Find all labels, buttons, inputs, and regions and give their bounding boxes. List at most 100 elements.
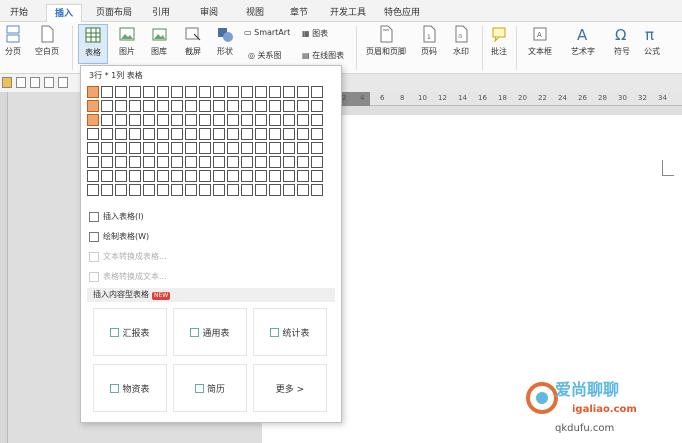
grid-cell[interactable] — [199, 100, 211, 112]
grid-cell[interactable] — [199, 142, 211, 154]
grid-cell[interactable] — [213, 114, 225, 126]
tab-references[interactable]: 引用 — [144, 4, 178, 22]
open-icon[interactable] — [2, 77, 12, 88]
grid-cell[interactable] — [199, 156, 211, 168]
grid-cell[interactable] — [101, 142, 113, 154]
grid-cell[interactable] — [87, 184, 99, 196]
grid-cell[interactable] — [269, 114, 281, 126]
grid-cell[interactable] — [87, 142, 99, 154]
online-chart-button[interactable]: ▤ 在线图表 — [302, 50, 344, 61]
grid-cell[interactable] — [101, 184, 113, 196]
grid-cell[interactable] — [115, 142, 127, 154]
tab-review[interactable]: 审阅 — [192, 4, 226, 22]
grid-cell[interactable] — [213, 86, 225, 98]
grid-cell[interactable] — [199, 184, 211, 196]
grid-cell[interactable] — [199, 114, 211, 126]
grid-cell[interactable] — [171, 156, 183, 168]
grid-cell[interactable] — [297, 128, 309, 140]
grid-cell[interactable] — [213, 170, 225, 182]
grid-cell[interactable] — [213, 100, 225, 112]
grid-cell[interactable] — [129, 170, 141, 182]
grid-cell[interactable] — [297, 184, 309, 196]
grid-cell[interactable] — [171, 86, 183, 98]
grid-cell[interactable] — [171, 100, 183, 112]
shape-button[interactable]: 形状 — [210, 24, 240, 57]
grid-cell[interactable] — [115, 128, 127, 140]
grid-cell[interactable] — [143, 100, 155, 112]
grid-cell[interactable] — [283, 156, 295, 168]
grid-cell[interactable] — [213, 142, 225, 154]
picture-button[interactable]: 图片 — [112, 24, 142, 57]
grid-cell[interactable] — [227, 86, 239, 98]
relation-chart-button[interactable]: ◎ 关系图 — [248, 50, 282, 61]
report-table-card[interactable]: 汇报表 — [93, 308, 167, 356]
comment-button[interactable]: 批注 — [486, 24, 512, 57]
blank-page-button[interactable]: 空白页 — [30, 24, 64, 57]
grid-cell[interactable] — [227, 100, 239, 112]
wordart-button[interactable]: A 艺术字 — [562, 24, 604, 57]
grid-cell[interactable] — [311, 184, 323, 196]
insert-table-item[interactable]: 插入表格(I) — [87, 209, 337, 225]
tab-special[interactable]: 特色应用 — [376, 4, 428, 22]
grid-cell[interactable] — [241, 100, 253, 112]
grid-cell[interactable] — [269, 128, 281, 140]
grid-cell[interactable] — [283, 114, 295, 126]
materials-table-card[interactable]: 物资表 — [93, 364, 167, 412]
grid-cell[interactable] — [297, 142, 309, 154]
page-break-button[interactable]: 分页 — [0, 24, 26, 57]
grid-cell[interactable] — [269, 100, 281, 112]
statistics-table-card[interactable]: 统计表 — [253, 308, 327, 356]
grid-cell[interactable] — [115, 170, 127, 182]
tab-home[interactable]: 开始 — [2, 4, 36, 22]
grid-cell[interactable] — [129, 184, 141, 196]
grid-cell[interactable] — [171, 170, 183, 182]
grid-cell[interactable] — [269, 142, 281, 154]
grid-cell[interactable] — [255, 184, 267, 196]
grid-cell[interactable] — [283, 100, 295, 112]
symbol-button[interactable]: Ω 符号 — [606, 24, 638, 57]
grid-cell[interactable] — [255, 142, 267, 154]
grid-cell[interactable] — [143, 114, 155, 126]
grid-cell[interactable] — [157, 156, 169, 168]
grid-cell[interactable] — [185, 170, 197, 182]
textbox-button[interactable]: A 文本框 — [520, 24, 560, 57]
grid-cell[interactable] — [283, 128, 295, 140]
grid-cell[interactable] — [129, 128, 141, 140]
screenshot-button[interactable]: 截屏 — [178, 24, 208, 57]
grid-cell[interactable] — [87, 170, 99, 182]
page-number-button[interactable]: 1 页码 — [414, 24, 444, 57]
grid-cell[interactable] — [101, 170, 113, 182]
gallery-button[interactable]: 图库 — [144, 24, 174, 57]
grid-cell[interactable] — [241, 128, 253, 140]
grid-cell[interactable] — [143, 156, 155, 168]
grid-cell[interactable] — [101, 100, 113, 112]
grid-cell[interactable] — [241, 184, 253, 196]
grid-cell[interactable] — [157, 128, 169, 140]
grid-cell[interactable] — [311, 86, 323, 98]
grid-cell[interactable] — [115, 86, 127, 98]
grid-cell[interactable] — [185, 100, 197, 112]
grid-cell[interactable] — [297, 170, 309, 182]
grid-cell[interactable] — [87, 114, 99, 126]
grid-cell[interactable] — [297, 156, 309, 168]
smartart-button[interactable]: ▭ SmartArt — [244, 28, 290, 37]
grid-cell[interactable] — [227, 142, 239, 154]
grid-cell[interactable] — [115, 114, 127, 126]
grid-cell[interactable] — [241, 170, 253, 182]
grid-cell[interactable] — [213, 156, 225, 168]
grid-cell[interactable] — [283, 170, 295, 182]
grid-cell[interactable] — [157, 86, 169, 98]
grid-cell[interactable] — [311, 156, 323, 168]
grid-cell[interactable] — [171, 114, 183, 126]
table-button[interactable]: 表格 — [78, 24, 108, 64]
grid-cell[interactable] — [101, 128, 113, 140]
grid-cell[interactable] — [101, 156, 113, 168]
grid-cell[interactable] — [297, 114, 309, 126]
header-footer-button[interactable]: 页眉和页脚 — [362, 24, 410, 57]
grid-cell[interactable] — [311, 142, 323, 154]
grid-cell[interactable] — [115, 184, 127, 196]
grid-cell[interactable] — [143, 170, 155, 182]
preview-icon[interactable] — [58, 77, 68, 88]
table-size-grid[interactable] — [86, 85, 324, 197]
tab-page-layout[interactable]: 页面布局 — [88, 4, 140, 22]
